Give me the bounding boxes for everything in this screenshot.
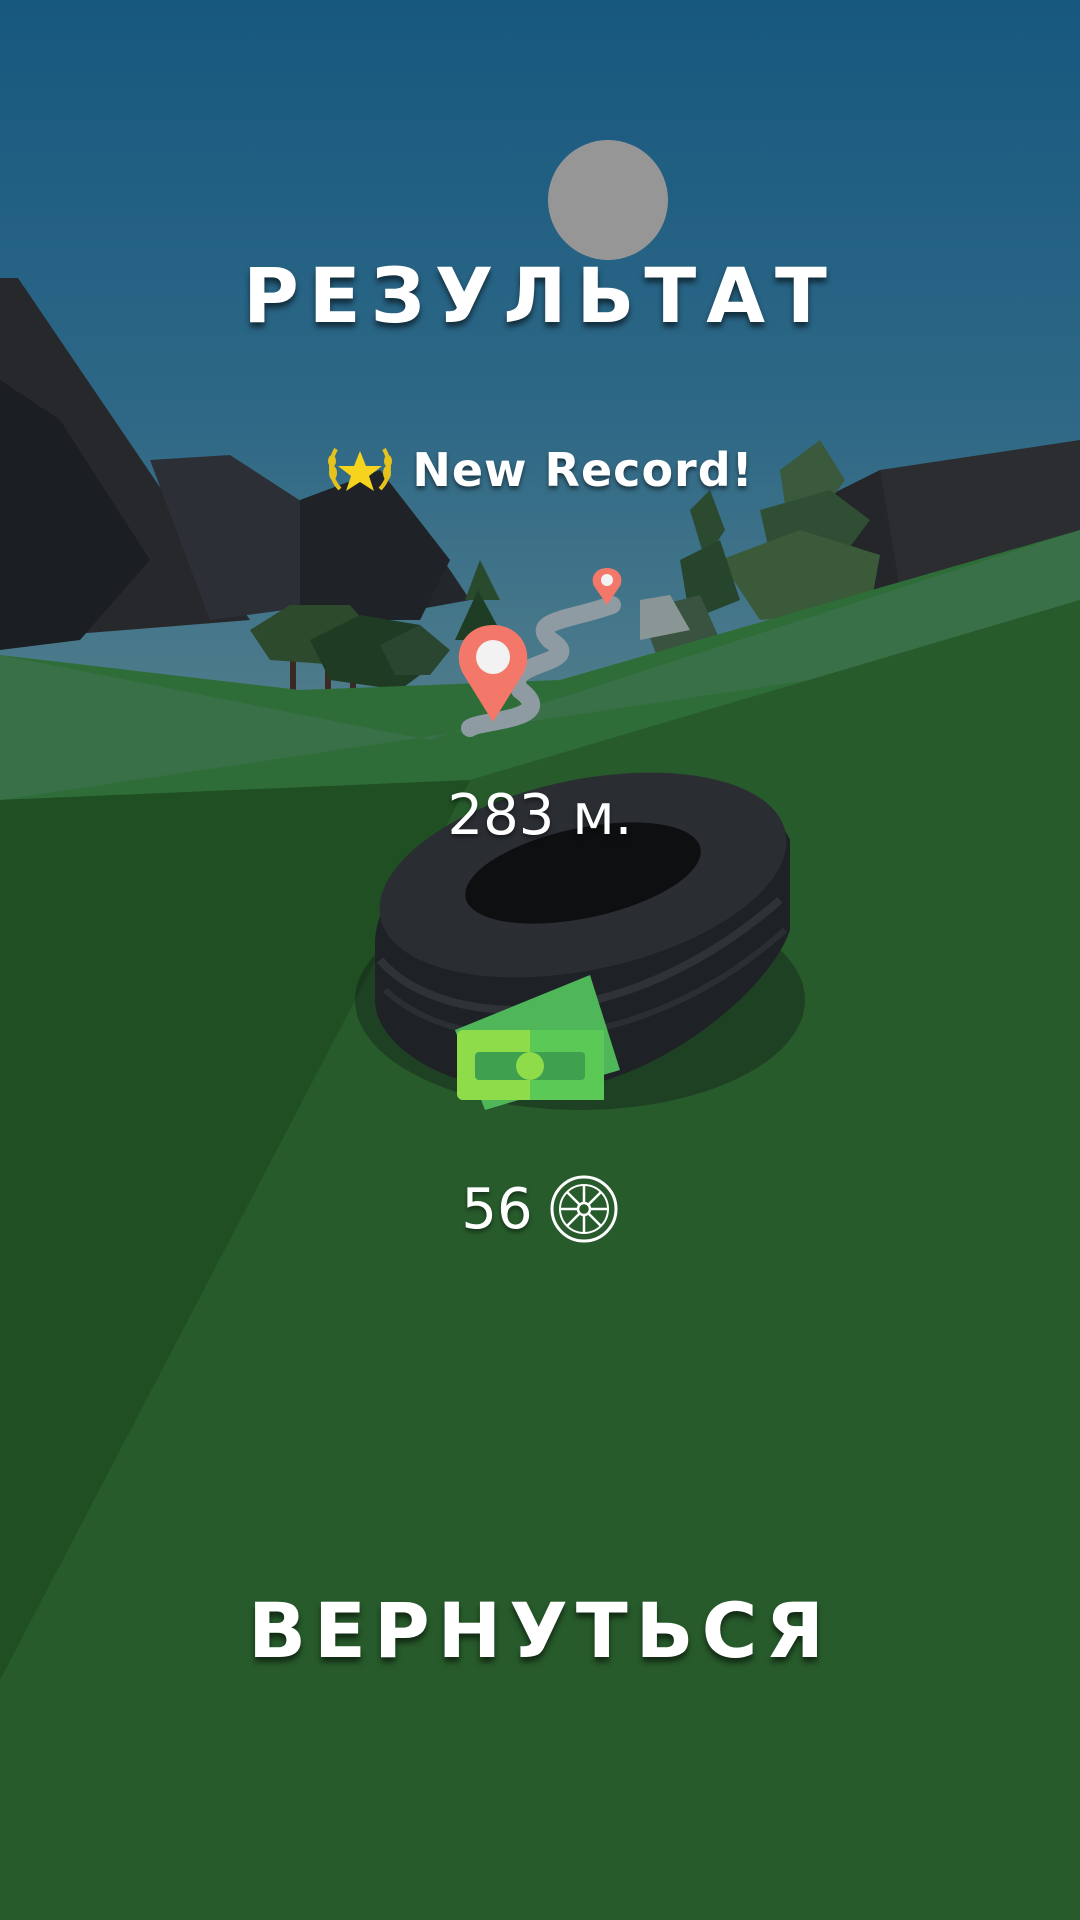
result-title: РЕЗУЛЬТАТ [243, 251, 837, 340]
new-record-row: New Record! [0, 440, 1080, 500]
back-button[interactable]: ВЕРНУТЬСЯ [240, 1580, 840, 1680]
distance-readout: 283 м. [0, 788, 1080, 844]
wheel-coin-icon [550, 1175, 618, 1243]
distance-value: 283 [447, 783, 555, 848]
distance-unit: м. [572, 783, 633, 848]
coins-value: 56 [461, 1176, 533, 1242]
moon [548, 140, 668, 260]
coins-readout: 56 [0, 1174, 1080, 1244]
new-record-label: New Record! [412, 443, 754, 497]
laurel-star-icon [328, 448, 393, 491]
